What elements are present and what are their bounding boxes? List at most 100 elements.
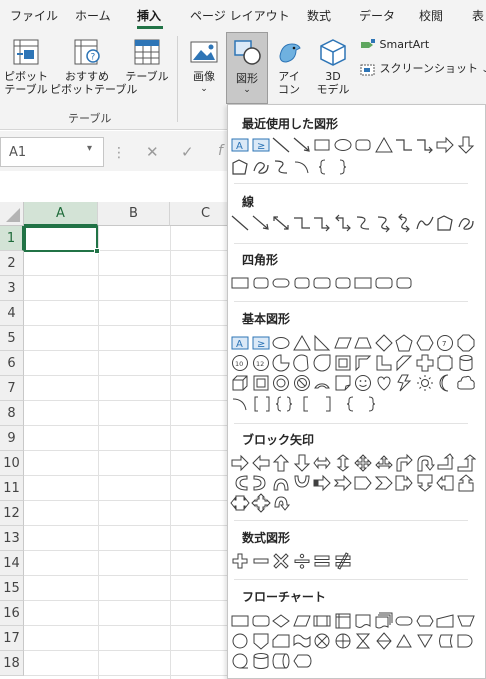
insert-function-icon[interactable]: f	[218, 143, 223, 159]
basic-shape-oval-icon[interactable]	[271, 333, 291, 353]
flow-shape-fseq-icon[interactable]	[230, 651, 250, 671]
recent-shape-tri-icon[interactable]	[374, 135, 394, 155]
arrow-shape-bquad-icon[interactable]	[353, 453, 373, 473]
arrow-shape-bleft-icon[interactable]	[251, 453, 271, 473]
images-button[interactable]: 画像 ⌄	[186, 38, 222, 96]
basic-shape-can-icon[interactable]	[456, 353, 476, 373]
rect-shape-rrect-icon[interactable]	[292, 273, 312, 293]
flow-shape-fproc-icon[interactable]	[230, 611, 250, 631]
basic-shape-n10-icon[interactable]: 10	[230, 353, 250, 373]
basic-shape-para-icon[interactable]	[333, 333, 353, 353]
fill-handle[interactable]	[94, 248, 100, 254]
basic-shape-hept-icon[interactable]: 7	[435, 333, 455, 353]
rect-shape-fterm-icon[interactable]	[271, 273, 291, 293]
rect-shape-rrect-icon[interactable]	[251, 273, 271, 293]
row-header-18[interactable]: 18	[0, 651, 24, 676]
flow-shape-foff-icon[interactable]	[251, 631, 271, 651]
flow-shape-fdelay-icon[interactable]	[456, 631, 476, 651]
basic-shape-dbrack-icon[interactable]	[252, 394, 272, 414]
basic-shape-cube-icon[interactable]	[230, 373, 250, 393]
recent-shape-oval-icon[interactable]	[333, 135, 353, 155]
arrow-shape-blup-icon[interactable]	[435, 453, 455, 473]
recent-shape-line-icon[interactable]	[271, 135, 291, 155]
arrow-shape-notched-icon[interactable]	[333, 473, 353, 493]
arrow-shape-calll-icon[interactable]	[435, 473, 455, 493]
tab-page-layout[interactable]: ページ レイアウト	[190, 7, 290, 24]
recent-shape-arcl-icon[interactable]	[292, 157, 312, 177]
row-header-2[interactable]: 2	[0, 251, 24, 276]
flow-shape-fdisp-icon[interactable]	[292, 651, 312, 671]
arrow-shape-calllr-icon[interactable]	[230, 493, 250, 513]
basic-shape-tear-icon[interactable]	[312, 353, 332, 373]
flow-shape-fcoll-icon[interactable]	[353, 631, 373, 651]
rect-shape-rrect-icon[interactable]	[333, 273, 353, 293]
lines-shape-scrib-icon[interactable]	[456, 213, 476, 233]
flow-shape-fsort-icon[interactable]	[374, 631, 394, 651]
recent-shape-curve-icon[interactable]	[271, 157, 291, 177]
basic-shape-cloud-icon[interactable]	[456, 373, 476, 393]
basic-shape-arc-icon[interactable]	[312, 373, 332, 393]
row-header-1[interactable]: 1	[0, 226, 24, 251]
arrow-shape-bbentup-icon[interactable]	[456, 453, 476, 473]
basic-shape-lbrace-icon[interactable]	[340, 394, 360, 414]
flow-shape-fdirect-icon[interactable]	[271, 651, 291, 671]
flow-shape-ftape-icon[interactable]	[292, 631, 312, 651]
arrow-shape-bup-icon[interactable]	[271, 453, 291, 473]
row-header-7[interactable]: 7	[0, 376, 24, 401]
column-header-a[interactable]: A	[24, 202, 98, 226]
shapes-button[interactable]: 図形 ⌄	[226, 32, 268, 104]
pivot-table-button[interactable]: ピボット テーブル	[4, 38, 48, 96]
flow-shape-fmin-icon[interactable]	[435, 611, 455, 631]
flow-shape-fconn-icon[interactable]	[230, 631, 250, 651]
name-box[interactable]: A1 ▾	[0, 137, 104, 167]
tab-review[interactable]: 校閲	[419, 7, 443, 24]
row-header-6[interactable]: 6	[0, 351, 24, 376]
basic-shape-rbrace-icon[interactable]	[362, 394, 382, 414]
arrow-shape-cright-icon[interactable]	[230, 473, 250, 493]
smartart-button[interactable]: SmartArt	[360, 38, 429, 54]
equation-shape-eplus-icon[interactable]	[230, 551, 250, 571]
tab-view[interactable]: 表	[472, 7, 484, 24]
flow-shape-fprep-icon[interactable]	[415, 611, 435, 631]
basic-shape-tri-icon[interactable]	[292, 333, 312, 353]
arrow-shape-btri-icon[interactable]	[374, 453, 394, 473]
flow-shape-fmop-icon[interactable]	[456, 611, 476, 631]
basic-shape-plus-icon[interactable]	[415, 353, 435, 373]
basic-shape-plaque-icon[interactable]	[435, 353, 455, 373]
tab-data[interactable]: データ	[359, 7, 395, 24]
arrow-shape-striped-icon[interactable]	[312, 473, 332, 493]
name-box-chevron-down-icon[interactable]: ▾	[87, 143, 92, 154]
basic-shape-lbrack-icon[interactable]	[296, 394, 316, 414]
lines-shape-curved-icon[interactable]	[394, 213, 414, 233]
recent-shape-rect-icon[interactable]	[312, 135, 332, 155]
icons-button[interactable]: アイ コン	[272, 38, 306, 96]
arrow-shape-cup-icon[interactable]	[271, 473, 291, 493]
recent-shape-freef-icon[interactable]	[230, 157, 250, 177]
arrow-shape-callq-icon[interactable]	[250, 493, 271, 513]
row-header-5[interactable]: 5	[0, 326, 24, 351]
row-header-16[interactable]: 16	[0, 601, 24, 626]
rect-shape-fproc-icon[interactable]	[353, 273, 373, 293]
lines-shape-arrowl-icon[interactable]	[251, 213, 271, 233]
lines-shape-elbowa-icon[interactable]	[312, 213, 332, 233]
tab-file[interactable]: ファイル	[10, 7, 58, 24]
basic-shape-pent-icon[interactable]	[394, 333, 414, 353]
basic-shape-bevel-icon[interactable]	[251, 373, 271, 393]
rect-shape-falt-icon[interactable]	[374, 273, 394, 293]
screenshot-button[interactable]: スクリーンショット ⌄	[360, 60, 486, 76]
arrow-shape-bright-icon[interactable]	[230, 453, 250, 473]
recent-shape-rrect-icon[interactable]	[353, 135, 373, 155]
basic-shape-nosym-icon[interactable]	[292, 373, 312, 393]
arrow-shape-calld-icon[interactable]	[415, 473, 435, 493]
recent-shape-bright-icon[interactable]	[435, 135, 455, 155]
basic-shape-halff-icon[interactable]	[353, 353, 373, 373]
basic-shape-diag-icon[interactable]	[394, 353, 414, 373]
row-header-11[interactable]: 11	[0, 476, 24, 501]
basic-shape-trap-icon[interactable]	[353, 333, 373, 353]
arrow-shape-bud-icon[interactable]	[333, 453, 353, 473]
basic-shape-hex-icon[interactable]	[415, 333, 435, 353]
lines-shape-freec-icon[interactable]	[415, 213, 435, 233]
arrow-shape-callu-icon[interactable]	[456, 473, 476, 493]
lines-shape-elbow-icon[interactable]	[292, 213, 312, 233]
recent-shape-textv-icon[interactable]: ≥	[251, 135, 271, 155]
